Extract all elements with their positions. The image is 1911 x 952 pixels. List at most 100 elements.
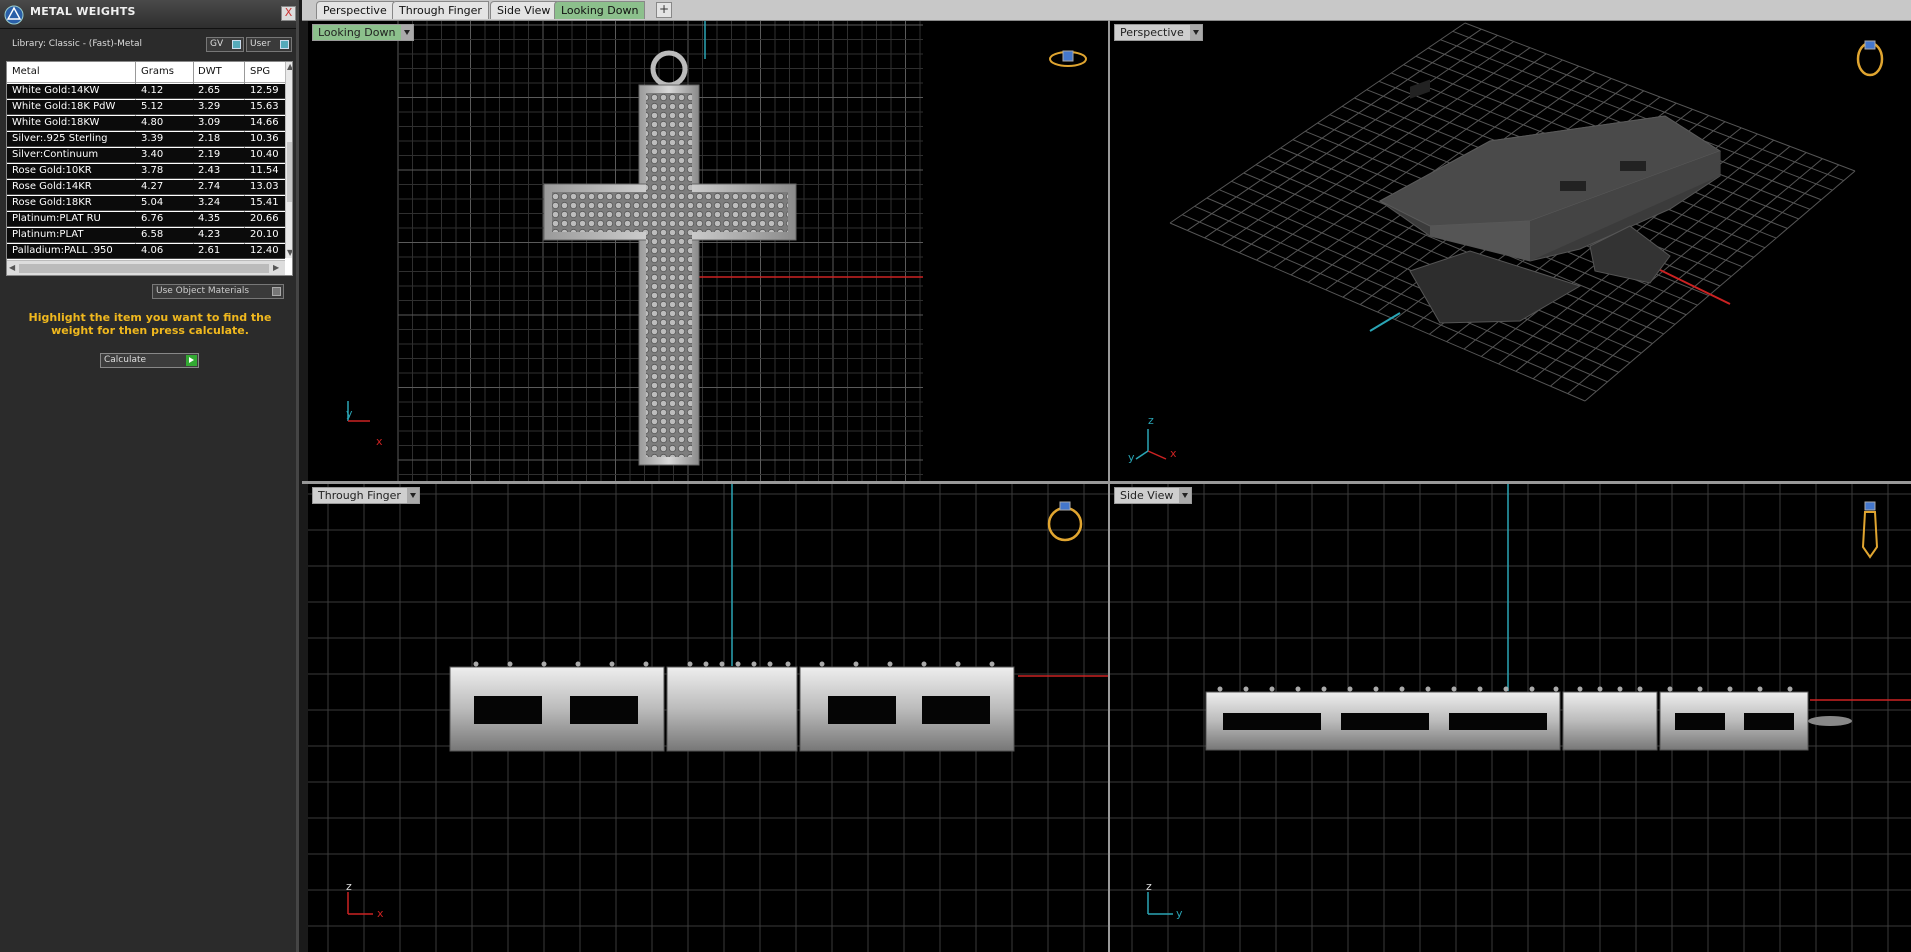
viewport-tab-bar: Perspective Through Finger Side View Loo… [302, 0, 1911, 21]
viewport-divider-vertical[interactable] [1108, 20, 1110, 952]
cell-dwt: 2.19 [198, 149, 221, 160]
cell-grams: 5.12 [141, 101, 164, 112]
through-finger-scene [308, 484, 1108, 952]
cell-dwt: 3.09 [198, 117, 221, 128]
cell-metal: Platinum:PLAT [12, 229, 84, 240]
looking-down-scene [347, 21, 1087, 481]
cell-metal: Silver:.925 Sterling [12, 133, 108, 144]
chevron-down-icon[interactable] [406, 488, 419, 503]
viewport-mode-dropdown[interactable]: Side View [1114, 487, 1193, 504]
app-logo-icon [4, 5, 24, 25]
use-object-materials-label: Use Object Materials [156, 286, 250, 296]
tab-side-view[interactable]: Side View [490, 1, 558, 19]
axis-label-x: x [376, 435, 383, 448]
tab-through-finger[interactable]: Through Finger [392, 1, 489, 19]
gv-checkbox-icon [232, 40, 241, 49]
cell-spg: 20.66 [250, 213, 279, 224]
cell-dwt: 3.29 [198, 101, 221, 112]
axis-label-y: y [1176, 907, 1183, 920]
use-object-materials-checkbox[interactable]: Use Object Materials [152, 284, 284, 299]
cell-dwt: 2.43 [198, 165, 221, 176]
user-checkbox-icon [280, 40, 289, 49]
table-vertical-scrollbar[interactable]: ▲ ▼ [285, 62, 292, 258]
cell-grams: 3.78 [141, 165, 164, 176]
cell-spg: 15.63 [250, 101, 279, 112]
cell-spg: 10.36 [250, 133, 279, 144]
ring-icon [1049, 50, 1087, 67]
user-toggle[interactable]: User [246, 37, 292, 52]
cell-metal: Rose Gold:14KR [12, 181, 92, 192]
add-tab-button[interactable]: + [656, 2, 672, 18]
gv-toggle-label: GV [210, 39, 224, 49]
cell-grams: 4.80 [141, 117, 164, 128]
scroll-thumb[interactable] [19, 264, 269, 273]
table-row[interactable]: Rose Gold:10KR 3.78 2.43 11.54 [7, 164, 285, 179]
cell-dwt: 2.61 [198, 245, 221, 256]
axis-label-z: z [1146, 880, 1152, 893]
table-row[interactable]: Rose Gold:18KR 5.04 3.24 15.41 [7, 196, 285, 211]
viewport-mode-dropdown[interactable]: Looking Down [312, 24, 415, 41]
library-label: Library: Classic - (Fast)-Metal [12, 39, 143, 49]
table-row[interactable]: Silver:Continuum 3.40 2.19 10.40 [7, 148, 285, 163]
table-row[interactable]: White Gold:14KW 4.12 2.65 12.59 [7, 84, 285, 99]
viewport-mode-dropdown[interactable]: Through Finger [312, 487, 420, 504]
cell-grams: 3.40 [141, 149, 164, 160]
viewport-through-finger[interactable]: z x Through Finger [308, 484, 1108, 952]
axis-indicator [347, 892, 373, 915]
viewport-side-view[interactable]: z y Side View [1110, 484, 1911, 952]
viewport-label: Through Finger [318, 489, 401, 502]
gv-toggle[interactable]: GV [206, 37, 244, 52]
viewport-looking-down[interactable]: y x Looking Down [308, 21, 1108, 481]
metal-weights-table: Metal Grams DWT SPG White Gold:14KW 4.12 2… [6, 61, 293, 276]
play-icon [186, 355, 197, 366]
panel-title-bar: METAL WEIGHTS X [0, 0, 296, 29]
scroll-thumb[interactable] [287, 142, 292, 202]
viewport-label: Perspective [1120, 26, 1184, 39]
cell-metal: White Gold:18KW [12, 117, 100, 128]
chevron-down-icon[interactable] [401, 25, 414, 40]
tab-looking-down[interactable]: Looking Down [554, 1, 646, 19]
viewport-divider-horizontal[interactable] [302, 481, 1911, 484]
scroll-right-icon[interactable]: ▶ [273, 263, 279, 272]
tab-perspective[interactable]: Perspective [316, 1, 394, 19]
user-toggle-label: User [250, 39, 271, 49]
cell-grams: 3.39 [141, 133, 164, 144]
table-row[interactable]: Platinum:PLAT 6.58 4.23 20.10 [7, 228, 285, 243]
calculate-button[interactable]: Calculate [100, 353, 199, 368]
column-header-spg[interactable]: SPG [250, 66, 270, 77]
chevron-down-icon[interactable] [1189, 25, 1202, 40]
cell-grams: 6.76 [141, 213, 164, 224]
viewport-mode-dropdown[interactable]: Perspective [1114, 24, 1203, 41]
table-row[interactable]: Platinum:PLAT RU 6.76 4.35 20.66 [7, 212, 285, 227]
close-icon[interactable]: X [281, 6, 296, 21]
cell-metal: White Gold:18K PdW [12, 101, 116, 112]
table-row[interactable]: Palladium:PALL .950 4.06 2.61 12.40 [7, 244, 285, 259]
scroll-up-icon[interactable]: ▲ [287, 62, 292, 71]
cell-spg: 11.54 [250, 165, 279, 176]
column-header-dwt[interactable]: DWT [198, 66, 222, 77]
table-row[interactable]: White Gold:18KW 4.80 3.09 14.66 [7, 116, 285, 131]
cell-metal: White Gold:14KW [12, 85, 100, 96]
cell-spg: 12.59 [250, 85, 279, 96]
cell-metal: Rose Gold:18KR [12, 197, 92, 208]
scroll-left-icon[interactable]: ◀ [9, 263, 15, 272]
column-header-metal[interactable]: Metal [12, 66, 40, 77]
cell-dwt: 2.18 [198, 133, 221, 144]
chevron-down-icon[interactable] [1179, 488, 1192, 503]
table-horizontal-scrollbar[interactable]: ◀ ▶ [7, 260, 285, 275]
cell-dwt: 2.65 [198, 85, 221, 96]
table-row[interactable]: Rose Gold:14KR 4.27 2.74 13.03 [7, 180, 285, 195]
column-header-grams[interactable]: Grams [141, 66, 174, 77]
axis-label-y: y [1128, 451, 1135, 464]
cell-metal: Rose Gold:10KR [12, 165, 92, 176]
instruction-text: Highlight the item you want to find the … [28, 311, 272, 337]
cell-grams: 5.04 [141, 197, 164, 208]
table-row[interactable]: White Gold:18K PdW 5.12 3.29 15.63 [7, 100, 285, 115]
axis-label-y: y [346, 407, 353, 420]
cell-dwt: 4.23 [198, 229, 221, 240]
side-view-scene [1110, 484, 1911, 952]
table-row[interactable]: Silver:.925 Sterling 3.39 2.18 10.36 [7, 132, 285, 147]
cell-spg: 10.40 [250, 149, 279, 160]
scroll-down-icon[interactable]: ▼ [287, 248, 292, 257]
viewport-perspective[interactable]: z x y Perspective [1110, 21, 1911, 481]
